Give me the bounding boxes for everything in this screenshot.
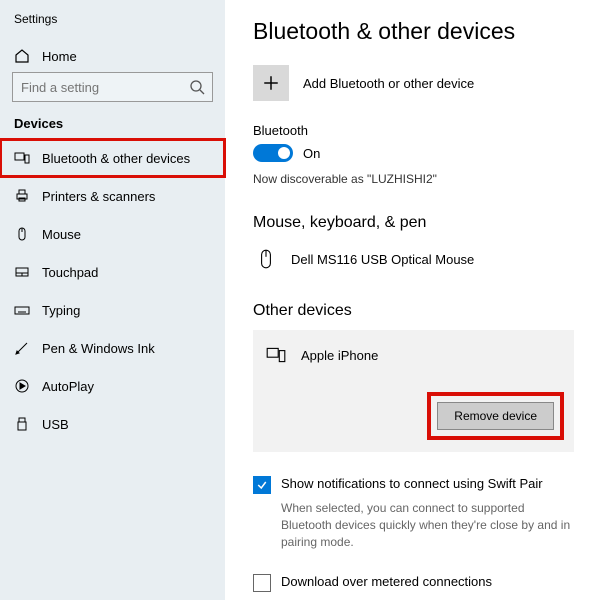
metered-label: Download over metered connections: [281, 574, 492, 589]
sidebar-item-label: AutoPlay: [42, 379, 94, 394]
mouse-device-label: Dell MS116 USB Optical Mouse: [291, 252, 474, 267]
sidebar-item-pen[interactable]: Pen & Windows Ink: [0, 329, 225, 367]
mouse-device-icon: [253, 246, 279, 272]
swift-pair-label: Show notifications to connect using Swif…: [281, 476, 543, 491]
nav-home[interactable]: Home: [0, 40, 225, 72]
printer-icon: [14, 188, 30, 204]
toggle-state: On: [303, 146, 320, 161]
sidebar-item-printers[interactable]: Printers & scanners: [0, 177, 225, 215]
pen-icon: [14, 340, 30, 356]
touchpad-icon: [14, 264, 30, 280]
remove-device-button[interactable]: Remove device: [437, 402, 554, 430]
sidebar-item-bluetooth[interactable]: Bluetooth & other devices: [0, 139, 225, 177]
phone-icon: [263, 342, 289, 368]
other-section-title: Other devices: [253, 302, 574, 320]
metered-checkbox[interactable]: [253, 574, 271, 592]
autoplay-icon: [14, 378, 30, 394]
nav-home-label: Home: [42, 49, 77, 64]
swift-pair-checkbox[interactable]: [253, 476, 271, 494]
search-input[interactable]: [12, 72, 213, 102]
add-button[interactable]: [253, 65, 289, 101]
sidebar-item-usb[interactable]: USB: [0, 405, 225, 443]
page-title: Bluetooth & other devices: [253, 18, 574, 45]
sidebar-item-label: Bluetooth & other devices: [42, 151, 190, 166]
sidebar-item-label: Touchpad: [42, 265, 98, 280]
sidebar-item-autoplay[interactable]: AutoPlay: [0, 367, 225, 405]
sidebar-item-label: USB: [42, 417, 69, 432]
bluetooth-toggle[interactable]: [253, 144, 293, 162]
home-icon: [14, 48, 30, 64]
devices-icon: [14, 150, 30, 166]
swift-pair-desc: When selected, you can connect to suppor…: [281, 500, 574, 550]
usb-icon: [14, 416, 30, 432]
sidebar-section-title: Devices: [0, 116, 225, 139]
sidebar-item-mouse[interactable]: Mouse: [0, 215, 225, 253]
mouse-section-title: Mouse, keyboard, & pen: [253, 214, 574, 232]
sidebar-item-typing[interactable]: Typing: [0, 291, 225, 329]
sidebar-item-label: Mouse: [42, 227, 81, 242]
other-device-block: Apple iPhone Remove device: [253, 330, 574, 452]
sidebar-item-touchpad[interactable]: Touchpad: [0, 253, 225, 291]
keyboard-icon: [14, 302, 30, 318]
other-device-label: Apple iPhone: [301, 348, 378, 363]
mouse-icon: [14, 226, 30, 242]
bluetooth-label: Bluetooth: [253, 123, 574, 138]
add-device-label: Add Bluetooth or other device: [303, 76, 474, 91]
other-device-row[interactable]: Apple iPhone: [263, 338, 564, 372]
add-device-row[interactable]: Add Bluetooth or other device: [253, 65, 574, 101]
window-title: Settings: [0, 12, 225, 40]
main-content: Bluetooth & other devices Add Bluetooth …: [225, 0, 590, 600]
discoverable-text: Now discoverable as "LUZHISHI2": [253, 172, 574, 186]
search-icon: [189, 79, 205, 95]
sidebar-item-label: Printers & scanners: [42, 189, 155, 204]
mouse-device-row[interactable]: Dell MS116 USB Optical Mouse: [253, 242, 574, 276]
sidebar-item-label: Pen & Windows Ink: [42, 341, 155, 356]
sidebar: Settings Home Devices Bluetooth & other …: [0, 0, 225, 600]
remove-highlight: Remove device: [427, 392, 564, 440]
sidebar-item-label: Typing: [42, 303, 80, 318]
